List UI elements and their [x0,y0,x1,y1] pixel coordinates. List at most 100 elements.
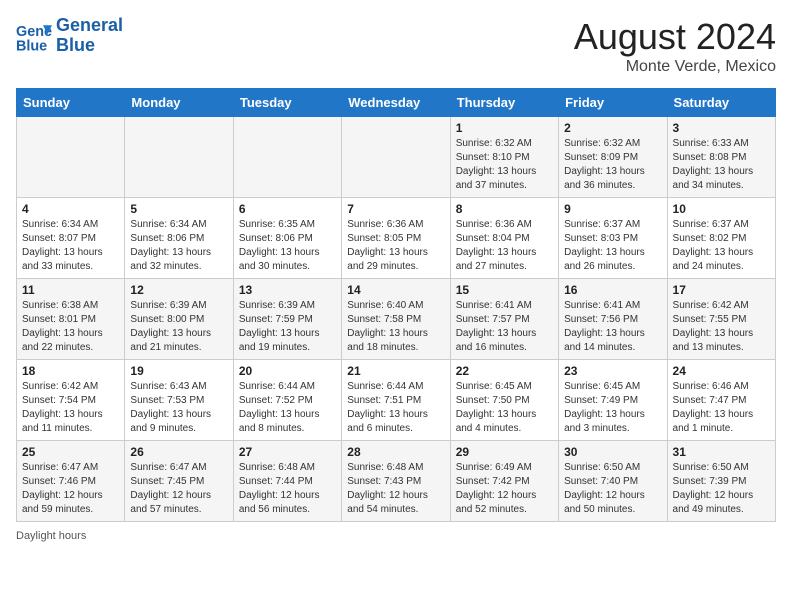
day-number: 21 [347,364,444,378]
table-row: 21 Sunrise: 6:44 AM Sunset: 7:51 PM Dayli… [342,360,450,441]
day-number: 24 [673,364,770,378]
day-number: 23 [564,364,661,378]
table-row: 15 Sunrise: 6:41 AM Sunset: 7:57 PM Dayli… [450,279,558,360]
table-row: 22 Sunrise: 6:45 AM Sunset: 7:50 PM Dayli… [450,360,558,441]
table-row: 25 Sunrise: 6:47 AM Sunset: 7:46 PM Dayli… [17,441,125,522]
table-row [233,117,341,198]
table-row: 31 Sunrise: 6:50 AM Sunset: 7:39 PM Dayli… [667,441,775,522]
day-number: 10 [673,202,770,216]
day-info: Sunrise: 6:48 AM Sunset: 7:44 PM Dayligh… [239,461,336,517]
day-number: 3 [673,121,770,135]
table-row: 17Sunrise: 6:42 AM Sunset: 7:55 PM Dayli… [667,279,775,360]
table-row: 11 Sunrise: 6:38 AM Sunset: 8:01 PM Dayli… [17,279,125,360]
day-number: 28 [347,445,444,459]
table-row: 19Sunrise: 6:43 AM Sunset: 7:53 PM Dayli… [125,360,233,441]
table-row: 18Sunrise: 6:42 AM Sunset: 7:54 PM Dayli… [17,360,125,441]
day-number: 14 [347,283,444,297]
day-number: 13 [239,283,336,297]
day-info: Sunrise: 6:42 AM Sunset: 7:55 PM Dayligh… [673,299,770,355]
calendar-table: Sunday Monday Tuesday Wednesday Thursday… [16,88,776,522]
col-saturday: Saturday [667,89,775,117]
day-info: Sunrise: 6:36 AM Sunset: 8:04 PM Dayligh… [456,218,553,274]
day-info: Sunrise: 6:37 AM Sunset: 8:03 PM Dayligh… [564,218,661,274]
day-number: 2 [564,121,661,135]
table-row: 1 Sunrise: 6:32 AM Sunset: 8:10 PM Daylig… [450,117,558,198]
table-row: 14Sunrise: 6:40 AM Sunset: 7:58 PM Dayli… [342,279,450,360]
day-number: 19 [130,364,227,378]
day-number: 20 [239,364,336,378]
table-row: 16 Sunrise: 6:41 AM Sunset: 7:56 PM Dayli… [559,279,667,360]
col-sunday: Sunday [17,89,125,117]
table-row: 9Sunrise: 6:37 AM Sunset: 8:03 PM Daylig… [559,198,667,279]
col-tuesday: Tuesday [233,89,341,117]
col-wednesday: Wednesday [342,89,450,117]
day-number: 31 [673,445,770,459]
table-row [342,117,450,198]
day-info: Sunrise: 6:35 AM Sunset: 8:06 PM Dayligh… [239,218,336,274]
calendar-week-row: 4Sunrise: 6:34 AM Sunset: 8:07 PM Daylig… [17,198,776,279]
table-row: 13 Sunrise: 6:39 AM Sunset: 7:59 PM Dayli… [233,279,341,360]
day-info: Sunrise: 6:44 AM Sunset: 7:51 PM Dayligh… [347,380,444,436]
day-number: 1 [456,121,553,135]
table-row: 26 Sunrise: 6:47 AM Sunset: 7:45 PM Dayli… [125,441,233,522]
table-row: 3Sunrise: 6:33 AM Sunset: 8:08 PM Daylig… [667,117,775,198]
day-number: 15 [456,283,553,297]
table-row: 6 Sunrise: 6:35 AM Sunset: 8:06 PM Daylig… [233,198,341,279]
day-info: Sunrise: 6:41 AM Sunset: 7:56 PM Dayligh… [564,299,661,355]
day-info: Sunrise: 6:36 AM Sunset: 8:05 PM Dayligh… [347,218,444,274]
day-number: 5 [130,202,227,216]
day-info: Sunrise: 6:38 AM Sunset: 8:01 PM Dayligh… [22,299,119,355]
day-info: Sunrise: 6:45 AM Sunset: 7:49 PM Dayligh… [564,380,661,436]
calendar-header-row: Sunday Monday Tuesday Wednesday Thursday… [17,89,776,117]
day-number: 12 [130,283,227,297]
day-info: Sunrise: 6:32 AM Sunset: 8:09 PM Dayligh… [564,137,661,193]
day-number: 11 [22,283,119,297]
day-info: Sunrise: 6:42 AM Sunset: 7:54 PM Dayligh… [22,380,119,436]
day-number: 29 [456,445,553,459]
location: Monte Verde, Mexico [574,58,776,76]
day-number: 7 [347,202,444,216]
day-info: Sunrise: 6:34 AM Sunset: 8:07 PM Dayligh… [22,218,119,274]
day-info: Sunrise: 6:47 AM Sunset: 7:45 PM Dayligh… [130,461,227,517]
day-number: 8 [456,202,553,216]
table-row: 4Sunrise: 6:34 AM Sunset: 8:07 PM Daylig… [17,198,125,279]
table-row: 5 Sunrise: 6:34 AM Sunset: 8:06 PM Daylig… [125,198,233,279]
day-number: 25 [22,445,119,459]
day-info: Sunrise: 6:34 AM Sunset: 8:06 PM Dayligh… [130,218,227,274]
table-row: 29 Sunrise: 6:49 AM Sunset: 7:42 PM Dayli… [450,441,558,522]
table-row: 2 Sunrise: 6:32 AM Sunset: 8:09 PM Daylig… [559,117,667,198]
col-thursday: Thursday [450,89,558,117]
day-info: Sunrise: 6:49 AM Sunset: 7:42 PM Dayligh… [456,461,553,517]
day-number: 27 [239,445,336,459]
day-number: 22 [456,364,553,378]
day-info: Sunrise: 6:47 AM Sunset: 7:46 PM Dayligh… [22,461,119,517]
calendar-week-row: 11 Sunrise: 6:38 AM Sunset: 8:01 PM Dayli… [17,279,776,360]
day-info: Sunrise: 6:41 AM Sunset: 7:57 PM Dayligh… [456,299,553,355]
day-number: 16 [564,283,661,297]
table-row: 8 Sunrise: 6:36 AM Sunset: 8:04 PM Daylig… [450,198,558,279]
table-row: 30Sunrise: 6:50 AM Sunset: 7:40 PM Dayli… [559,441,667,522]
day-info: Sunrise: 6:45 AM Sunset: 7:50 PM Dayligh… [456,380,553,436]
table-row: 28Sunrise: 6:48 AM Sunset: 7:43 PM Dayli… [342,441,450,522]
table-row: 27 Sunrise: 6:48 AM Sunset: 7:44 PM Dayli… [233,441,341,522]
title-block: August 2024 Monte Verde, Mexico [574,16,776,76]
day-number: 30 [564,445,661,459]
col-monday: Monday [125,89,233,117]
day-info: Sunrise: 6:39 AM Sunset: 8:00 PM Dayligh… [130,299,227,355]
table-row: 20Sunrise: 6:44 AM Sunset: 7:52 PM Dayli… [233,360,341,441]
logo-text: General Blue [56,16,123,56]
day-number: 26 [130,445,227,459]
table-row: 23 Sunrise: 6:45 AM Sunset: 7:49 PM Dayli… [559,360,667,441]
day-info: Sunrise: 6:37 AM Sunset: 8:02 PM Dayligh… [673,218,770,274]
calendar-week-row: 25 Sunrise: 6:47 AM Sunset: 7:46 PM Dayli… [17,441,776,522]
day-info: Sunrise: 6:32 AM Sunset: 8:10 PM Dayligh… [456,137,553,193]
day-info: Sunrise: 6:39 AM Sunset: 7:59 PM Dayligh… [239,299,336,355]
day-info: Sunrise: 6:50 AM Sunset: 7:39 PM Dayligh… [673,461,770,517]
logo: General Blue General Blue [16,16,123,56]
table-row [17,117,125,198]
calendar-week-row: 18Sunrise: 6:42 AM Sunset: 7:54 PM Dayli… [17,360,776,441]
table-row: 24Sunrise: 6:46 AM Sunset: 7:47 PM Dayli… [667,360,775,441]
daylight-label: Daylight hours [16,530,86,542]
day-number: 6 [239,202,336,216]
col-friday: Friday [559,89,667,117]
